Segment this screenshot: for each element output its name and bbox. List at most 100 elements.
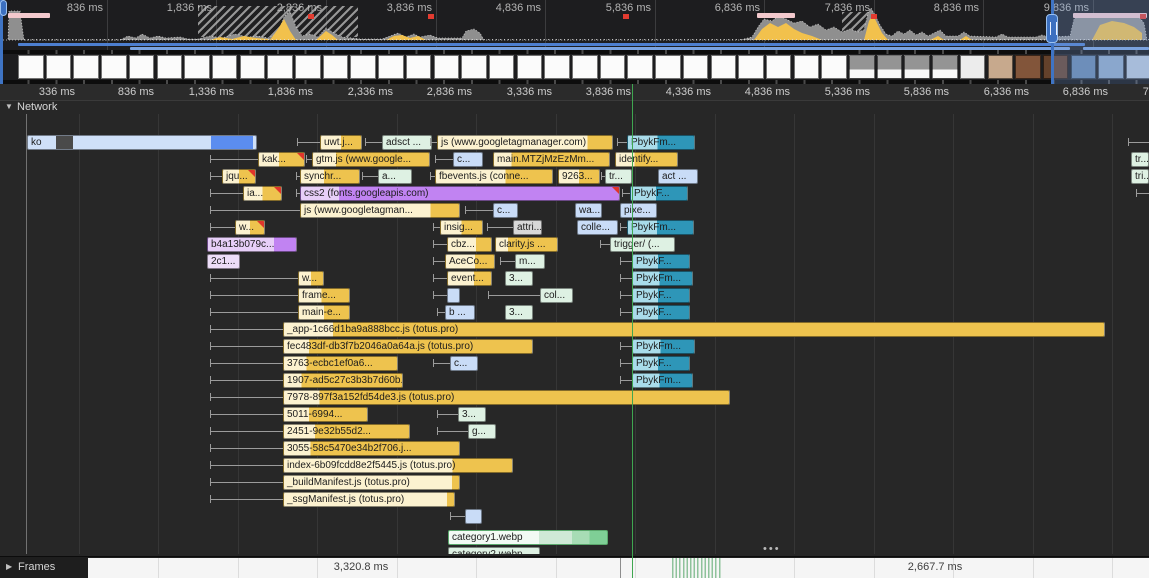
frames-track[interactable]: ▶ Frames 3,320.8 ms2,667.7 ms: [0, 556, 1149, 578]
filmstrip-frame[interactable]: [544, 55, 570, 79]
network-request-bar[interactable]: fec483df-db3f7b2046a0a64a.js (totus.pro): [283, 339, 533, 354]
filmstrip-frame[interactable]: [932, 55, 958, 79]
network-request-bar[interactable]: 1907-ad5c27c3b3b7d60b.js (tot...: [283, 373, 403, 388]
network-request-bar[interactable]: main-e...: [298, 305, 350, 320]
network-request-bar[interactable]: insig...: [440, 220, 483, 235]
filmstrip-frame[interactable]: [600, 55, 626, 79]
network-request-bar[interactable]: col...: [540, 288, 573, 303]
network-request-bar[interactable]: PbykF...: [632, 254, 690, 269]
network-request-bar[interactable]: fbevents.js (conne...: [435, 169, 553, 184]
frames-lane[interactable]: 3,320.8 ms2,667.7 ms: [88, 558, 1149, 578]
network-request-bar[interactable]: tri...: [1131, 169, 1149, 184]
network-request-bar[interactable]: w...: [298, 271, 324, 286]
network-request-bar[interactable]: 2c1...: [207, 254, 240, 269]
network-request-bar[interactable]: colle...: [577, 220, 618, 235]
network-request-bar[interactable]: 3763-ecbc1ef0a6...: [283, 356, 398, 371]
filmstrip-frame[interactable]: [489, 55, 515, 79]
filmstrip-frame[interactable]: [461, 55, 487, 79]
network-request-bar[interactable]: event...: [447, 271, 492, 286]
network-request-bar[interactable]: PbykFm...: [627, 220, 694, 235]
network-request-bar[interactable]: adsct ...: [382, 135, 432, 150]
collapse-triangle-icon[interactable]: ▼: [5, 102, 13, 111]
network-request-bar[interactable]: gtm.js (www.google...: [312, 152, 430, 167]
network-request-bar[interactable]: PbykFm...: [632, 339, 695, 354]
network-request-bar[interactable]: c...: [493, 203, 518, 218]
filmstrip-frame[interactable]: [157, 55, 183, 79]
network-request-bar[interactable]: synchr...: [300, 169, 360, 184]
filmstrip-frame[interactable]: [738, 55, 764, 79]
network-request-bar[interactable]: tr...: [1131, 152, 1149, 167]
network-request-bar[interactable]: [447, 288, 460, 303]
filmstrip-frame[interactable]: [988, 55, 1014, 79]
filmstrip-frame[interactable]: [350, 55, 376, 79]
network-request-bar[interactable]: ia...: [243, 186, 282, 201]
network-request-bar[interactable]: clarity.js ...: [495, 237, 558, 252]
network-request-bar[interactable]: c...: [453, 152, 483, 167]
filmstrip-frame[interactable]: [101, 55, 127, 79]
network-request-bar[interactable]: css2 (fonts.googleapis.com): [300, 186, 620, 201]
filmstrip-frame[interactable]: [821, 55, 847, 79]
network-request-bar[interactable]: js (www.googletagmanager.com): [437, 135, 613, 150]
network-request-bar[interactable]: c...: [450, 356, 478, 371]
filmstrip-frame[interactable]: [766, 55, 792, 79]
filmstrip-frame[interactable]: [849, 55, 875, 79]
filmstrip-frame[interactable]: [1015, 55, 1041, 79]
network-request-bar[interactable]: 5011-6994...: [283, 407, 368, 422]
network-request-bar[interactable]: _app-1c66d1ba9a888bcc.js (totus.pro): [283, 322, 1105, 337]
filmstrip-frame[interactable]: [129, 55, 155, 79]
network-request-bar[interactable]: kak...: [258, 152, 305, 167]
network-request-bar[interactable]: PbykF...: [632, 356, 690, 371]
network-request-bar[interactable]: a...: [378, 169, 412, 184]
network-request-bar[interactable]: m...: [515, 254, 545, 269]
filmstrip-frame[interactable]: [323, 55, 349, 79]
network-request-bar[interactable]: PbykFm...: [627, 135, 695, 150]
left-handle-grip[interactable]: [0, 0, 7, 16]
filmstrip-frame[interactable]: [960, 55, 986, 79]
network-request-bar[interactable]: PbykF...: [630, 186, 688, 201]
network-request-bar[interactable]: _ssgManifest.js (totus.pro): [283, 492, 455, 507]
network-request-bar[interactable]: 9263...: [558, 169, 600, 184]
more-requests-indicator[interactable]: •••: [763, 543, 781, 555]
filmstrip-frame[interactable]: [73, 55, 99, 79]
network-request-bar[interactable]: wa...: [575, 203, 602, 218]
filmstrip-frame[interactable]: [406, 55, 432, 79]
filmstrip-frame[interactable]: [184, 55, 210, 79]
filmstrip-frame[interactable]: [295, 55, 321, 79]
filmstrip-frame[interactable]: [711, 55, 737, 79]
network-track-header[interactable]: ▼ Network: [0, 101, 1149, 114]
network-request-bar[interactable]: js (www.googletagman...: [300, 203, 460, 218]
filmstrip-frame[interactable]: [904, 55, 930, 79]
filmstrip-frame[interactable]: [877, 55, 903, 79]
network-request-bar[interactable]: 3...: [458, 407, 486, 422]
network-request-bar[interactable]: identify...: [615, 152, 678, 167]
network-request-bar[interactable]: attri...: [513, 220, 542, 235]
filmstrip-frame[interactable]: [267, 55, 293, 79]
network-request-bar[interactable]: AceCo...: [445, 254, 495, 269]
network-request-bar[interactable]: PbykF...: [632, 305, 690, 320]
network-request-bar[interactable]: [465, 509, 482, 524]
network-request-bar[interactable]: frame...: [298, 288, 350, 303]
network-request-bar[interactable]: jqu...: [222, 169, 256, 184]
network-request-bar[interactable]: 3...: [505, 271, 533, 286]
filmstrip-frame[interactable]: [627, 55, 653, 79]
network-request-bar[interactable]: category2.webp: [448, 547, 540, 554]
filmstrip-frame[interactable]: [240, 55, 266, 79]
filmstrip-frame[interactable]: [517, 55, 543, 79]
right-handle-grip[interactable]: [1046, 14, 1058, 43]
network-request-bar[interactable]: main.MTZjMzEzMm...: [493, 152, 610, 167]
filmstrip-frame[interactable]: [794, 55, 820, 79]
network-request-bar[interactable]: ko: [27, 135, 257, 150]
expand-triangle-icon[interactable]: ▶: [6, 562, 12, 571]
network-request-bar[interactable]: pixe...: [620, 203, 657, 218]
network-request-bar[interactable]: category1.webp: [448, 530, 608, 545]
network-request-bar[interactable]: w...: [235, 220, 265, 235]
network-request-bar[interactable]: PbykFm...: [632, 373, 693, 388]
filmstrip-frame[interactable]: [378, 55, 404, 79]
network-request-bar[interactable]: 2451-9e32b55d2...: [283, 424, 410, 439]
filmstrip-frame[interactable]: [572, 55, 598, 79]
network-request-bar[interactable]: uwt.j...: [320, 135, 362, 150]
timeline-overview[interactable]: 836 ms1,836 ms2,836 ms3,836 ms4,836 ms5,…: [0, 0, 1149, 84]
network-request-bar[interactable]: b4a13b079c...: [207, 237, 297, 252]
network-request-bar[interactable]: 3055-58c5470e34b2f706.j...: [283, 441, 460, 456]
network-request-bar[interactable]: index-6b09fcdd8e2f5445.js (totus.pro): [283, 458, 513, 473]
